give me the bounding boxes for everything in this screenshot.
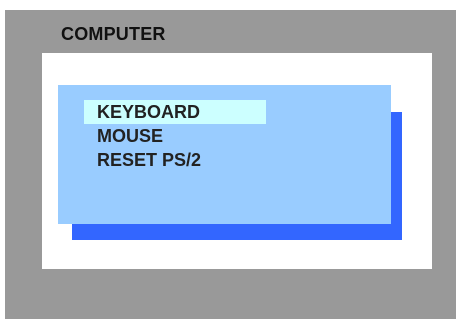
- osd-screen: COMPUTER KEYBOARD MOUSE RESET PS/2: [5, 10, 456, 319]
- screen-title: COMPUTER: [61, 24, 166, 44]
- menu-item-reset-ps2[interactable]: RESET PS/2: [84, 148, 201, 172]
- menu-item-mouse[interactable]: MOUSE: [84, 124, 163, 148]
- computer-menu: KEYBOARD MOUSE RESET PS/2: [58, 85, 391, 224]
- menu-item-keyboard[interactable]: KEYBOARD: [84, 100, 266, 124]
